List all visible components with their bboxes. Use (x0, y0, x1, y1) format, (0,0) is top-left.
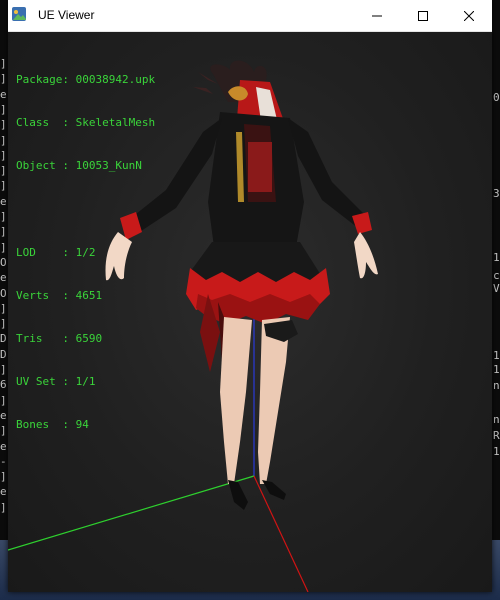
background-console-char: n (493, 413, 500, 426)
background-console-right (492, 0, 500, 600)
lod-label: LOD : (16, 245, 76, 259)
class-label: Class : (16, 116, 76, 130)
object-label: Object : (16, 159, 76, 173)
ue-viewer-window: UE Viewer Package: 00038942.upk Class: … (8, 0, 492, 592)
background-console-char: D (0, 332, 7, 346)
background-console-char: ] (0, 164, 7, 178)
background-console-char: e (0, 194, 7, 208)
object-row: Object : 10053_KunN (16, 159, 155, 173)
background-console-char: ] (0, 179, 7, 193)
uvset-label: UV Set : (16, 375, 76, 389)
bones-row: Bones : 94 (16, 418, 155, 432)
background-console-char: O (0, 255, 7, 269)
background-console-char: 1 (493, 251, 500, 264)
3d-viewport[interactable]: Package: 00038942.upk Class : SkeletalMe… (8, 32, 492, 592)
minimize-icon (372, 15, 382, 16)
background-console-char: ] (0, 133, 7, 147)
background-console-char: ] (0, 225, 7, 239)
background-console-char: e (0, 485, 7, 499)
close-icon (464, 10, 474, 21)
background-console-char: ] (0, 240, 7, 254)
tris-row: Tris : 6590 (16, 332, 155, 346)
background-console-char: 6 (0, 378, 7, 392)
app-icon (12, 7, 26, 21)
close-button[interactable] (446, 0, 492, 31)
background-console-char: 1 (493, 445, 500, 458)
title-bar[interactable]: UE Viewer (8, 0, 492, 32)
package-label: Package: (16, 72, 76, 86)
maximize-icon (418, 10, 428, 21)
class-value: SkeletalMesh (75, 116, 156, 130)
axis-y-line (8, 475, 255, 551)
background-console-char: 1 (493, 349, 500, 362)
background-console-char: ] (0, 118, 7, 132)
background-console-char: n (493, 379, 500, 392)
background-console-char: ] (0, 363, 7, 376)
background-console-char: O (0, 286, 7, 300)
class-row: Class : SkeletalMesh (16, 116, 155, 130)
background-console-char: e (0, 271, 7, 285)
background-console-char: - (0, 454, 7, 468)
uvset-row: UV Set : 1/1 (16, 375, 155, 389)
background-console-char: 3 (493, 187, 500, 200)
background-console-char: ] (0, 393, 7, 407)
package-row: Package: 00038942.upk (16, 73, 155, 87)
background-console-char: 1 (493, 363, 500, 376)
background-console-char: R (493, 429, 500, 442)
background-console-char: ] (0, 317, 7, 331)
lod-value: 1/2 (75, 245, 96, 259)
window-title: UE Viewer (38, 8, 95, 22)
background-console-char: D (0, 347, 7, 361)
bones-label: Bones : (16, 418, 76, 432)
package-value: 00038942.upk (75, 72, 156, 86)
background-console-char: e (0, 408, 7, 422)
background-console-char: ] (0, 470, 7, 484)
object-value: 10053_KunN (75, 159, 142, 173)
background-console-char: ] (0, 72, 7, 86)
background-console-char: V (493, 282, 500, 295)
background-console-char: ] (0, 210, 7, 223)
verts-row: Verts : 4651 (16, 289, 155, 303)
tris-label: Tris : (16, 332, 76, 346)
tris-value: 6590 (75, 332, 103, 346)
maximize-button[interactable] (400, 0, 446, 31)
background-console-char: ] (0, 57, 7, 70)
background-console-char: ] (0, 301, 7, 315)
background-console-char: 0 (493, 91, 500, 104)
background-console-char: ] (0, 500, 7, 514)
background-console-char: e (0, 87, 7, 101)
background-console-char: ] (0, 148, 7, 162)
background-console-char: c (493, 269, 500, 282)
background-console-char: ] (0, 102, 7, 116)
background-console-char: e (0, 439, 7, 453)
background-console-char: ] (0, 424, 7, 438)
verts-label: Verts : (16, 288, 76, 302)
verts-value: 4651 (75, 288, 103, 302)
minimize-button[interactable] (354, 0, 400, 31)
uvset-value: 1/1 (75, 375, 96, 389)
bones-value: 94 (75, 418, 89, 432)
lod-row: LOD : 1/2 (16, 246, 155, 260)
info-spacer (16, 202, 155, 216)
mesh-info-overlay: Package: 00038942.upk Class : SkeletalMe… (16, 44, 155, 462)
